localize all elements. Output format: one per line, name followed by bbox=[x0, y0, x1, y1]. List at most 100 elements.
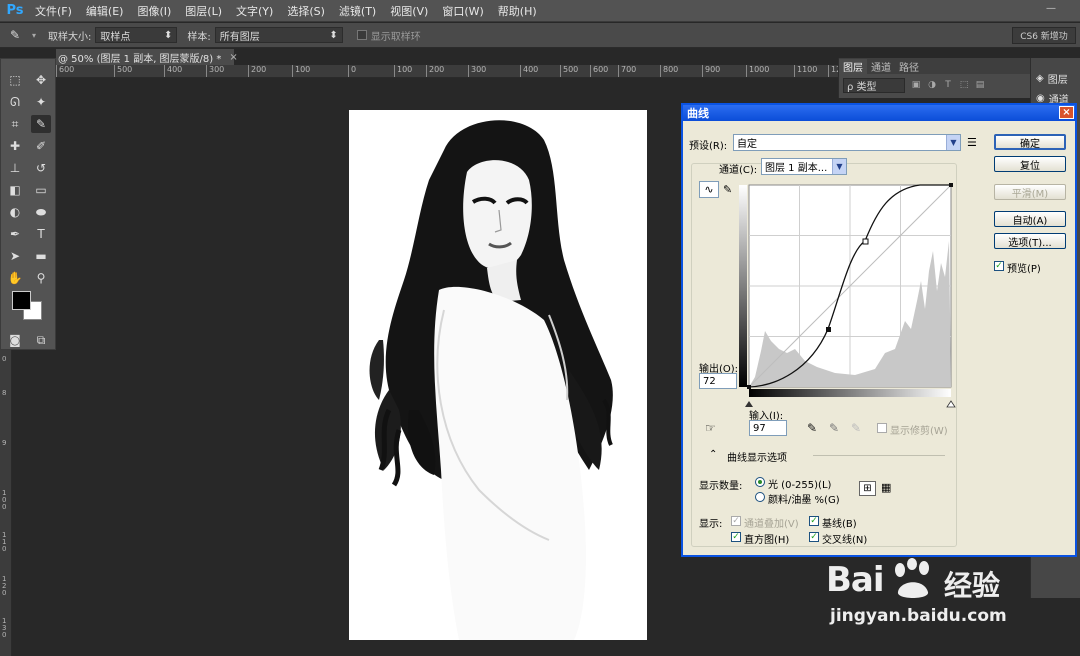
collapse-icon[interactable]: ⌃ bbox=[709, 449, 717, 460]
eyedropper-icon[interactable]: ✎ bbox=[10, 28, 32, 42]
eyedropper-tool-icon[interactable]: ✎ bbox=[31, 115, 51, 133]
menu-filter[interactable]: 滤镜(T) bbox=[332, 3, 383, 19]
preset-select[interactable]: 自定 ▼ bbox=[733, 134, 961, 151]
menu-edit[interactable]: 编辑(E) bbox=[79, 3, 131, 19]
menu-layer[interactable]: 图层(L) bbox=[178, 3, 229, 19]
close-icon[interactable]: × bbox=[1059, 106, 1074, 119]
workspace-switcher[interactable]: CS6 新增功 bbox=[1012, 27, 1076, 44]
document-canvas[interactable] bbox=[349, 110, 647, 640]
smooth-button[interactable]: 平滑(M) bbox=[994, 184, 1066, 200]
reset-button[interactable]: 复位 bbox=[994, 156, 1066, 172]
simple-grid-icon[interactable]: ⊞ bbox=[859, 481, 876, 496]
display-options-label: 曲线显示选项 bbox=[727, 453, 787, 464]
gray-eyedropper-icon[interactable]: ✎ bbox=[829, 421, 839, 435]
input-field[interactable]: 97 bbox=[749, 420, 787, 436]
channel-value: 图层 1 副本... bbox=[765, 163, 828, 174]
sample-label: 样本: bbox=[187, 31, 211, 43]
menu-select[interactable]: 选择(S) bbox=[280, 3, 332, 19]
target-adjust-icon[interactable]: ☞ bbox=[705, 421, 716, 435]
divider bbox=[813, 455, 945, 456]
sample-select[interactable]: 所有图层 ⬍ bbox=[214, 27, 343, 43]
auto-button[interactable]: 自动(A) bbox=[994, 211, 1066, 227]
type-tool-icon[interactable]: T bbox=[31, 225, 51, 243]
layer-kind-filter[interactable]: ρ 类型 bbox=[843, 77, 905, 93]
pen-tool-icon[interactable]: ✒ bbox=[5, 225, 25, 243]
blur-tool-icon[interactable]: ◐ bbox=[5, 203, 25, 221]
output-field[interactable]: 72 bbox=[699, 373, 737, 389]
history-brush-tool-icon[interactable]: ↺ bbox=[31, 159, 51, 177]
curves-title-bar[interactable]: 曲线 × bbox=[683, 105, 1075, 121]
show-ring-checkbox[interactable] bbox=[356, 30, 367, 40]
document-tab[interactable]: @ 50% (图层 1 副本, 图层蒙版/8) * × bbox=[56, 49, 238, 65]
ok-button[interactable]: 确定 bbox=[994, 134, 1066, 150]
preset-options-icon[interactable]: ☰ bbox=[967, 136, 977, 149]
zoom-tool-icon[interactable]: ⚲ bbox=[31, 269, 51, 287]
pigment-radio[interactable] bbox=[755, 492, 765, 502]
ruler-label: 100 bbox=[292, 65, 310, 77]
pigment-option-label: 颜料/油墨 %(G) bbox=[768, 495, 840, 506]
pencil-icon[interactable]: ✎ bbox=[723, 183, 732, 196]
eraser-tool-icon[interactable]: ◧ bbox=[5, 181, 25, 199]
histogram-checkbox[interactable]: ✓ bbox=[731, 532, 741, 542]
pixel-filter-icon[interactable]: ▣ bbox=[911, 80, 921, 90]
histogram-label: 直方图(H) bbox=[744, 535, 790, 546]
quick-mask-icon[interactable]: ◙ bbox=[5, 331, 25, 349]
menu-file[interactable]: 文件(F) bbox=[28, 3, 79, 19]
shape-filter-icon[interactable]: ⬚ bbox=[959, 80, 969, 90]
dodge-tool-icon[interactable]: ⬬ bbox=[31, 203, 51, 221]
menu-view[interactable]: 视图(V) bbox=[383, 3, 435, 19]
screen-mode-icon[interactable]: ⧉ bbox=[31, 331, 51, 349]
baseline-checkbox[interactable]: ✓ bbox=[809, 516, 819, 526]
move-tool-icon[interactable]: ✥ bbox=[31, 71, 51, 89]
tab-channels[interactable]: 通道 bbox=[867, 59, 895, 74]
sample-value: 所有图层 bbox=[219, 31, 260, 43]
clone-stamp-tool-icon[interactable]: ⊥ bbox=[5, 159, 25, 177]
gradient-tool-icon[interactable]: ▭ bbox=[31, 181, 51, 199]
hand-tool-icon[interactable]: ✋ bbox=[5, 269, 25, 287]
chevron-down-icon[interactable]: ▾ bbox=[32, 31, 36, 40]
crop-tool-icon[interactable]: ⌗ bbox=[5, 115, 25, 133]
curve-edit-icon[interactable]: ∿ bbox=[699, 181, 719, 198]
channel-overlay-checkbox[interactable]: ✓ bbox=[731, 516, 741, 526]
lasso-tool-icon[interactable]: ᘏ bbox=[5, 93, 25, 111]
ruler-label: 1 3 0 bbox=[2, 617, 7, 639]
menu-help[interactable]: 帮助(H) bbox=[491, 3, 544, 19]
ruler-label: 200 bbox=[248, 65, 266, 77]
sample-size-select[interactable]: 取样点 ⬍ bbox=[95, 27, 178, 43]
path-selection-tool-icon[interactable]: ➤ bbox=[5, 247, 25, 265]
vertical-ruler: 0 8 9 1 0 0 1 1 0 1 2 0 1 3 0 bbox=[0, 350, 12, 656]
light-radio[interactable] bbox=[755, 477, 765, 487]
menu-type[interactable]: 文字(Y) bbox=[229, 3, 280, 19]
brush-tool-icon[interactable]: ✐ bbox=[31, 137, 51, 155]
minimize-icon[interactable]: — bbox=[1040, 3, 1062, 17]
dropdown-arrow-icon: ⬍ bbox=[329, 29, 338, 41]
baseline-label: 基线(B) bbox=[822, 519, 857, 530]
tab-layers[interactable]: 图层 bbox=[839, 58, 867, 74]
curves-graph[interactable] bbox=[735, 181, 959, 411]
show-clipping-checkbox[interactable] bbox=[877, 423, 887, 433]
type-filter-icon[interactable]: T bbox=[943, 80, 953, 90]
magic-wand-tool-icon[interactable]: ✦ bbox=[31, 93, 51, 111]
rectangle-tool-icon[interactable]: ▬ bbox=[31, 247, 51, 265]
dock-layers[interactable]: ◈ 图层 bbox=[1031, 68, 1080, 88]
black-eyedropper-icon[interactable]: ✎ bbox=[807, 421, 817, 435]
tab-paths[interactable]: 路径 bbox=[895, 59, 923, 74]
ruler-label: 500 bbox=[560, 65, 578, 77]
show-ring-label: 显示取样环 bbox=[370, 31, 421, 43]
adjustment-filter-icon[interactable]: ◑ bbox=[927, 80, 937, 90]
options-button[interactable]: 选项(T)... bbox=[994, 233, 1066, 249]
menu-image[interactable]: 图像(I) bbox=[130, 3, 178, 19]
channel-select[interactable]: 图层 1 副本... ▼ bbox=[761, 158, 847, 175]
smart-object-filter-icon[interactable]: ▤ bbox=[975, 80, 985, 90]
baidu-watermark: Bai 经验 jingyan.baidu.com bbox=[826, 558, 1036, 632]
marquee-tool-icon[interactable]: ⬚ bbox=[5, 71, 25, 89]
foreground-color-swatch[interactable] bbox=[12, 291, 31, 310]
detailed-grid-icon[interactable]: ▦ bbox=[881, 481, 891, 494]
preview-checkbox[interactable]: ✓ bbox=[994, 261, 1004, 271]
preview-label: 预览(P) bbox=[1007, 264, 1041, 275]
healing-brush-tool-icon[interactable]: ✚ bbox=[5, 137, 25, 155]
menu-window[interactable]: 窗口(W) bbox=[435, 3, 490, 19]
white-eyedropper-icon[interactable]: ✎ bbox=[851, 421, 861, 435]
close-icon[interactable]: × bbox=[229, 52, 237, 63]
intersection-checkbox[interactable]: ✓ bbox=[809, 532, 819, 542]
